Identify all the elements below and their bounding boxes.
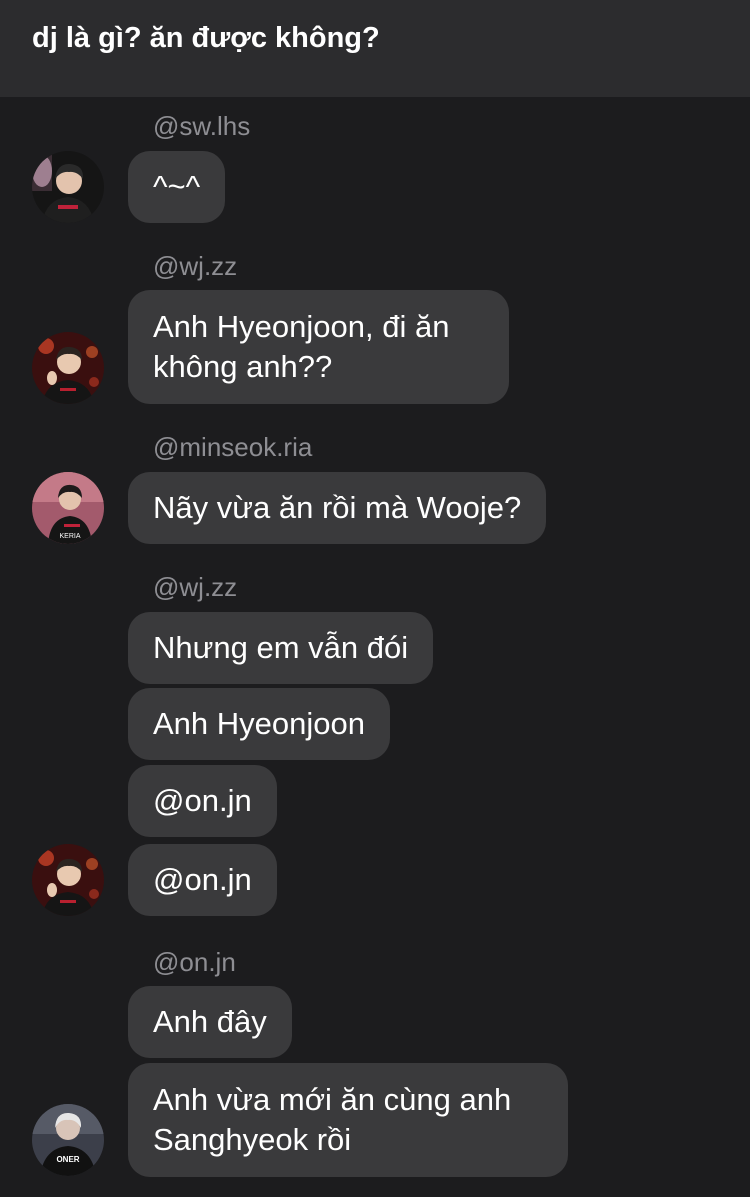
sender-username[interactable]: @minseok.ria bbox=[153, 430, 312, 464]
message-bubble[interactable]: @on.jn bbox=[128, 765, 277, 837]
jersey-label: ONER bbox=[56, 1155, 79, 1164]
message-bubble[interactable]: Nãy vừa ăn rồi mà Wooje? bbox=[128, 472, 547, 544]
message-bubble[interactable]: Nhưng em vẫn đói bbox=[128, 612, 434, 684]
avatar[interactable]: ONER bbox=[32, 1104, 104, 1176]
message-bubble[interactable]: Anh vừa mới ăn cùng anh Sanghyeok rồi bbox=[128, 1063, 568, 1177]
message-bubble[interactable]: Anh đây bbox=[128, 986, 292, 1058]
sender-username[interactable]: @on.jn bbox=[153, 945, 236, 979]
message-bubble[interactable]: Anh Hyeonjoon bbox=[128, 688, 390, 760]
thread-title: dj là gì? ăn được không? bbox=[32, 22, 380, 54]
message-bubble[interactable]: ^~^ bbox=[128, 151, 226, 223]
message-bubble[interactable]: Anh Hyeonjoon, đi ăn không anh?? bbox=[128, 290, 509, 404]
jersey-label: KERIA bbox=[59, 533, 80, 540]
message-list[interactable]: @sw.lhs ^~^ @wj.zz Anh Hyeonjoon, đi ăn … bbox=[0, 97, 750, 1197]
sender-username[interactable]: @sw.lhs bbox=[153, 109, 250, 143]
avatar[interactable] bbox=[32, 844, 104, 916]
thread-header: dj là gì? ăn được không? bbox=[0, 0, 750, 97]
avatar[interactable]: KERIA bbox=[32, 472, 104, 544]
sender-username[interactable]: @wj.zz bbox=[153, 249, 237, 283]
avatar[interactable] bbox=[32, 332, 104, 404]
avatar[interactable] bbox=[32, 151, 104, 223]
message-bubble[interactable]: @on.jn bbox=[128, 844, 277, 916]
sender-username[interactable]: @wj.zz bbox=[153, 570, 237, 604]
